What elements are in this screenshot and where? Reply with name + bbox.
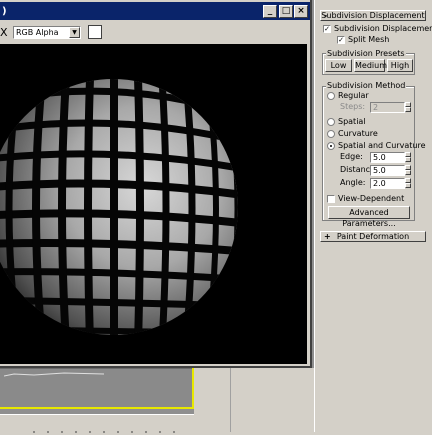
edge-spinner-arrows[interactable] (405, 152, 411, 163)
spatial-radio[interactable] (327, 118, 335, 126)
render-output (0, 44, 307, 364)
advanced-parameters-button[interactable]: Advanced Parameters... (328, 206, 410, 228)
edge-label: Edge: (340, 152, 363, 161)
active-viewport-border (0, 368, 194, 409)
split-mesh-checkbox[interactable]: ✓ (337, 36, 345, 44)
preset-low-button[interactable]: Low (325, 59, 352, 72)
channel-select[interactable]: RGB Alpha ▼ (13, 26, 81, 39)
rollout-paint-deformation[interactable]: + Paint Deformation (320, 231, 426, 242)
preset-medium-button[interactable]: Medium (354, 59, 387, 72)
window-title: ) (2, 6, 7, 17)
close-button[interactable]: × (294, 5, 308, 18)
split-mesh-label: Split Mesh (348, 35, 390, 44)
spatial-and-curvature-radio[interactable] (327, 142, 335, 150)
steps-spinner-arrows[interactable] (405, 102, 411, 113)
chevron-down-icon[interactable]: ▼ (69, 27, 80, 38)
regular-radio[interactable] (327, 92, 335, 100)
close-icon: × (297, 6, 305, 16)
rollout-title: Subdivision Displacement (321, 11, 425, 20)
spatial-and-curvature-label: Spatial and Curvature (338, 141, 426, 150)
time-slider-ruler[interactable] (0, 414, 194, 433)
color-swatch[interactable] (88, 25, 102, 39)
minimize-button[interactable]: _ (263, 5, 277, 18)
presets-group-label: Subdivision Presets (326, 49, 406, 58)
view-dependent-label: View-Dependent (338, 194, 405, 203)
steps-label: Steps: (340, 102, 366, 111)
rollout-subdivision-displacement[interactable]: - Subdivision Displacement (320, 10, 426, 21)
ruler-ticks (33, 431, 175, 433)
regular-label: Regular (338, 91, 369, 100)
view-dependent-checkbox[interactable] (327, 195, 335, 203)
angle-spinner[interactable]: 2.0 (370, 178, 405, 189)
maximize-button[interactable]: □ (279, 5, 293, 18)
method-group-label: Subdivision Method (326, 81, 407, 90)
angle-spinner-arrows[interactable] (405, 178, 411, 189)
distance-spinner[interactable]: 5.0 (370, 165, 405, 176)
channel-select-value: RGB Alpha (16, 28, 59, 37)
spatial-label: Spatial (338, 117, 366, 126)
clear-icon[interactable]: X (0, 26, 8, 39)
rendered-sphere-image (0, 79, 238, 335)
preset-high-button[interactable]: High (387, 59, 413, 72)
window-titlebar[interactable]: ) _ □ × (0, 2, 310, 20)
maximize-icon: □ (281, 6, 291, 16)
status-area (194, 368, 314, 432)
curvature-radio[interactable] (327, 130, 335, 138)
divider (230, 368, 231, 432)
edge-spinner[interactable]: 5.0 (370, 152, 405, 163)
steps-spinner[interactable]: 2 (370, 102, 405, 113)
distance-spinner-arrows[interactable] (405, 165, 411, 176)
subdivision-displacement-label: Subdivision Displacement (334, 24, 432, 33)
subdivision-displacement-checkbox[interactable]: ✓ (323, 25, 331, 33)
rollout-title: Paint Deformation (336, 232, 410, 241)
minimize-icon: _ (267, 6, 273, 16)
curvature-label: Curvature (338, 129, 378, 138)
angle-label: Angle: (340, 178, 366, 187)
